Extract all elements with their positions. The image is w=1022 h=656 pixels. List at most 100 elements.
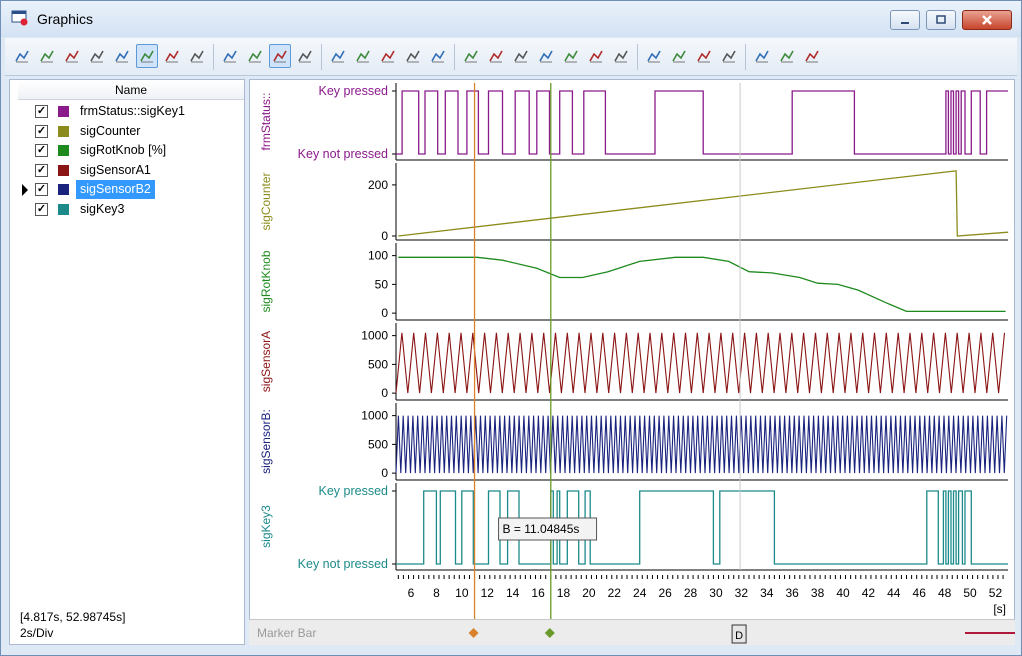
signal-name: sigKey3 <box>80 201 125 216</box>
signal-trace <box>395 415 1008 474</box>
zoom-out-icon[interactable] <box>219 44 241 68</box>
zoom-fit-icon[interactable] <box>294 44 316 68</box>
toolbar-separator <box>213 44 214 70</box>
x-tick-label: 18 <box>557 586 571 600</box>
y-tick-label: 0 <box>381 386 388 400</box>
title-bar[interactable]: Graphics <box>1 1 1021 37</box>
last-icon[interactable] <box>610 44 632 68</box>
dot-icon[interactable] <box>801 44 823 68</box>
zoom-in-icon[interactable] <box>244 44 266 68</box>
x-tick-label: 44 <box>887 586 901 600</box>
pause-icon[interactable] <box>11 44 33 68</box>
chart-b-icon[interactable] <box>352 44 374 68</box>
signal-list-item[interactable]: ✓ sigKey3 <box>10 200 244 219</box>
toolbar-separator <box>745 44 746 70</box>
signal-up-icon[interactable] <box>460 44 482 68</box>
step-mode-icon[interactable] <box>161 44 183 68</box>
first-icon[interactable] <box>535 44 557 68</box>
y-tick-label: 0 <box>381 306 388 320</box>
y-tick-label: 1000 <box>361 409 388 423</box>
x-tick-label: 34 <box>760 586 774 600</box>
visibility-checkbox[interactable]: ✓ <box>35 144 48 157</box>
signal-name: sigCounter <box>80 123 141 138</box>
x-tick-label: 30 <box>709 586 723 600</box>
y-tick-label: 100 <box>368 249 388 263</box>
graphics-window: Graphics Name ✓ frmStatus::sigKey1 ✓ sigCou… <box>0 0 1022 656</box>
signal-name: sigRotKnob [%] <box>80 143 167 157</box>
marker-a-icon[interactable] <box>36 44 58 68</box>
x-tick-label: 20 <box>582 586 596 600</box>
marker-bar[interactable]: Marker Bar D <box>249 619 1015 645</box>
x-tick-label: 52 <box>989 586 1003 600</box>
signal-down-icon[interactable] <box>485 44 507 68</box>
signal-trace <box>396 490 1008 565</box>
x-axis-unit: [s] <box>993 602 1006 616</box>
signal-color-swatch <box>58 184 69 195</box>
signal-trace <box>396 90 1008 155</box>
close-button[interactable] <box>962 10 1012 30</box>
fit-y-icon[interactable] <box>111 44 133 68</box>
line-mode-icon[interactable] <box>136 44 158 68</box>
signal-list-item[interactable]: ✓ sigRotKnob [%] <box>10 141 244 160</box>
signal-color-swatch <box>58 125 69 137</box>
y-tick-label: 500 <box>368 437 388 451</box>
grid-icon[interactable] <box>718 44 740 68</box>
signal-color-swatch <box>58 106 69 117</box>
prev-icon[interactable] <box>560 44 582 68</box>
toolbar-separator <box>454 44 455 70</box>
next-icon[interactable] <box>585 44 607 68</box>
signal-trace <box>398 256 1006 313</box>
visibility-checkbox[interactable]: ✓ <box>35 202 48 216</box>
marker-b-icon[interactable] <box>61 44 83 68</box>
y-axis-label: sigSensorB: <box>259 409 273 474</box>
visibility-checkbox[interactable]: ✓ <box>35 124 48 138</box>
export-icon[interactable] <box>776 44 798 68</box>
visibility-checkbox[interactable]: ✓ <box>35 183 48 196</box>
y-tick-label: 200 <box>368 178 388 192</box>
fit-all-icon[interactable] <box>86 44 108 68</box>
marker-a-handle[interactable] <box>468 628 479 638</box>
name-column-header[interactable]: Name <box>18 80 244 100</box>
y-axis-label: sigSensorA <box>259 331 273 392</box>
signal-list-item[interactable]: ✓ frmStatus::sigKey1 <box>10 102 244 121</box>
xy-icon[interactable] <box>751 44 773 68</box>
signal-color-swatch <box>58 164 69 176</box>
x-tick-label: 10 <box>455 586 469 600</box>
marker-b-handle[interactable] <box>544 628 555 638</box>
x-tick-label: 32 <box>735 586 749 600</box>
signal-list-item[interactable]: ✓ sigSensorB2 <box>10 180 244 199</box>
plot-area[interactable]: frmStatus:: Key pressed Key not pressed sig… <box>249 79 1015 645</box>
signal-name: sigSensorA1 <box>80 162 151 177</box>
signal-list-item[interactable]: ✓ sigSensorA1 <box>10 161 244 180</box>
visibility-checkbox[interactable]: ✓ <box>35 105 48 118</box>
x-tick-label: 12 <box>481 586 495 600</box>
redo-icon[interactable] <box>668 44 690 68</box>
visibility-checkbox[interactable]: ✓ <box>35 163 48 177</box>
signal-name: sigSensorB2 <box>76 180 155 199</box>
axis-menu-icon[interactable] <box>693 44 715 68</box>
undo-icon[interactable] <box>643 44 665 68</box>
x-tick-label: 28 <box>684 586 698 600</box>
toolbar-separator <box>637 44 638 70</box>
y-tick-label: Key not pressed <box>298 557 388 571</box>
y-tick-label: 0 <box>381 229 388 243</box>
chart-e-icon[interactable] <box>427 44 449 68</box>
y-tick-label: 1000 <box>361 329 388 343</box>
marker-set-icon[interactable] <box>510 44 532 68</box>
minimize-button[interactable] <box>890 10 920 30</box>
maximize-button[interactable] <box>926 10 956 30</box>
zoom-rect-icon[interactable] <box>269 44 291 68</box>
y-tick-label: Key pressed <box>319 84 389 98</box>
chart-a-icon[interactable] <box>327 44 349 68</box>
toolbar-separator <box>321 44 322 70</box>
signal-list-item[interactable]: ✓ sigCounter <box>10 122 244 141</box>
x-tick-label: 24 <box>633 586 647 600</box>
marker-d-label: D <box>735 630 743 642</box>
x-scale-icon[interactable] <box>186 44 208 68</box>
chart-c-icon[interactable] <box>377 44 399 68</box>
y-tick-label: 0 <box>381 466 388 480</box>
y-tick-label: Key not pressed <box>298 147 388 161</box>
chart-d-icon[interactable] <box>402 44 424 68</box>
signal-color-swatch <box>58 203 69 215</box>
x-tick-label: 46 <box>913 586 927 600</box>
